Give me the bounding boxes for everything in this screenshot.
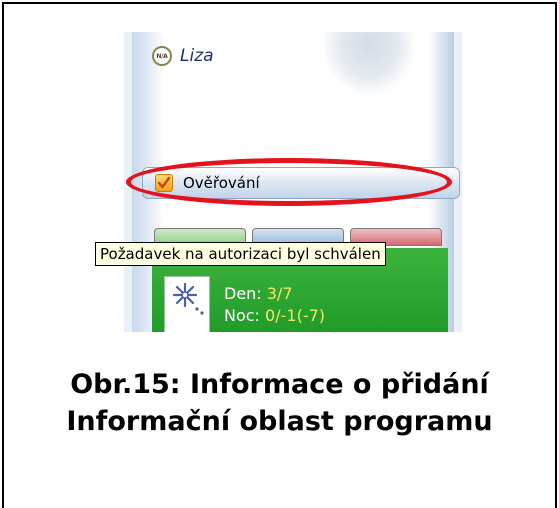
contact-name: Liza [180,46,214,66]
highlight-ellipse [126,158,452,206]
weather-icon-box [164,276,210,332]
screenshot-crop: N/A Liza Ověřování čtvrtek 22.5. [124,32,462,332]
night-value: 0/-1(-7) [265,306,326,325]
night-label: Noc: [224,306,260,325]
caption-line-2: Informační oblast programu [66,406,493,437]
snowflake-icon [172,282,204,315]
authorization-tooltip: Požadavek na autorizaci byl schválen [95,242,386,266]
caption-line-1: Obr.15: Informace o přidání [70,369,489,400]
na-status-icon: N/A [152,46,172,66]
day-temperature: Den: 3/7 [224,284,293,303]
day-value: 3/7 [266,284,293,303]
contact-panel: N/A Liza Ověřování čtvrtek 22.5. [124,32,462,332]
night-temperature: Noc: 0/-1(-7) [224,306,325,325]
day-label: Den: [224,284,262,303]
contact-item[interactable]: N/A Liza [152,46,214,66]
